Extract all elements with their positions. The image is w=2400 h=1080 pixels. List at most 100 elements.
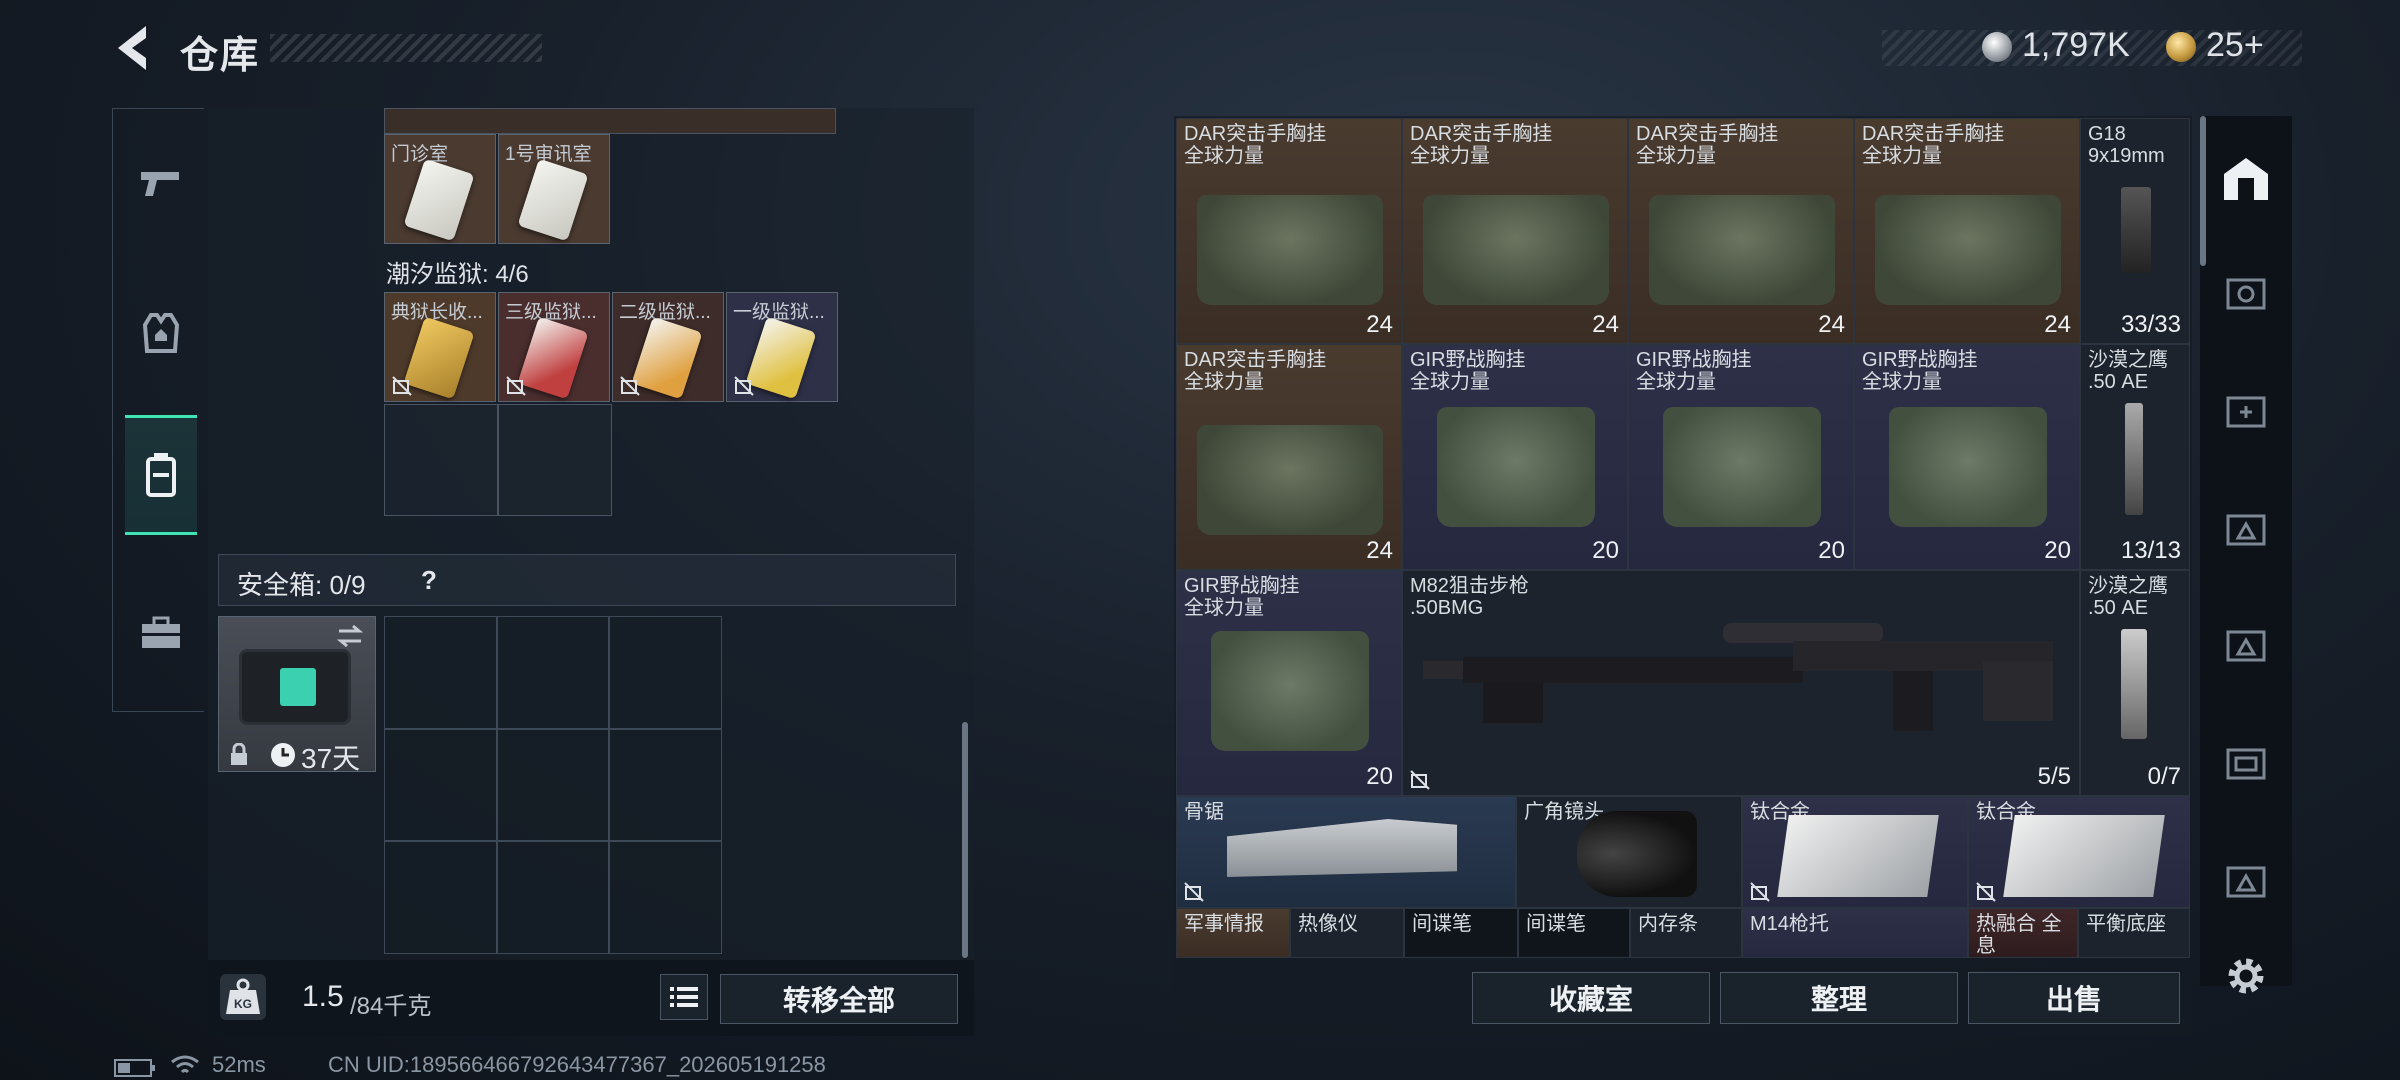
keycard-label: 三级监狱... xyxy=(505,302,597,323)
storage-tab-1-icon[interactable] xyxy=(2220,266,2272,318)
sell-button[interactable]: 出售 xyxy=(1968,972,2180,1024)
storage-tab-2-icon[interactable] xyxy=(2220,384,2272,436)
list-icon xyxy=(670,987,698,1007)
tab-weapons[interactable] xyxy=(125,123,197,243)
item-gir-rig[interactable]: GIR野战胸挂 全球力量 20 xyxy=(1628,344,1854,570)
keycard-clinic[interactable]: 门诊室 xyxy=(384,134,496,244)
item-m14-stock[interactable]: M14枪托 xyxy=(1742,908,1968,958)
item-gir-rig[interactable]: GIR野战胸挂 全球力量 20 xyxy=(1854,344,2080,570)
item-wide-lens[interactable]: 广角镜头 xyxy=(1516,796,1742,908)
left-scrollbar[interactable] xyxy=(962,722,968,958)
rig-image xyxy=(1197,425,1383,535)
item-balance-base[interactable]: 平衡底座 xyxy=(2078,908,2190,958)
sniper-rifle-image xyxy=(1423,623,2053,731)
keycard-prison-3[interactable]: 三级监狱... xyxy=(498,292,610,402)
warehouse-home-icon[interactable] xyxy=(2220,152,2272,204)
keycard-warden[interactable]: 典狱长收... xyxy=(384,292,496,402)
right-scrollbar[interactable] xyxy=(2200,116,2206,266)
pistol-icon xyxy=(141,172,179,196)
item-count: 33/33 xyxy=(2120,311,2181,338)
item-name: 间谍笔 xyxy=(1526,913,1586,935)
empty-slot[interactable] xyxy=(609,616,722,729)
empty-slot[interactable] xyxy=(609,728,722,842)
item-g18[interactable]: G18 9x19mm 33/33 xyxy=(2080,118,2190,344)
item-dar-rig[interactable]: DAR突击手胸挂 全球力量 24 xyxy=(1176,118,1402,344)
item-dar-rig[interactable]: DAR突击手胸挂 全球力量 24 xyxy=(1854,118,2080,344)
gear-icon[interactable] xyxy=(2224,954,2268,998)
empty-slot[interactable] xyxy=(498,404,612,516)
svg-text:KG: KG xyxy=(234,997,252,1011)
top-bar: 仓库 1,797K 25+ xyxy=(0,0,2400,100)
keycard-label: 门诊室 xyxy=(391,144,449,165)
list-view-button[interactable] xyxy=(660,974,708,1020)
tab-supplies[interactable] xyxy=(125,573,197,693)
backpack-footer: KG 1.5 /84千克 转移全部 xyxy=(208,960,974,1036)
item-dar-rig[interactable]: DAR突击手胸挂 全球力量 24 xyxy=(1402,118,1628,344)
item-memory[interactable]: 内存条 xyxy=(1630,908,1742,958)
help-icon[interactable]: ? xyxy=(421,565,437,596)
keycard-prison-1[interactable]: 一级监狱... xyxy=(726,292,838,402)
transfer-all-button[interactable]: 转移全部 xyxy=(720,974,958,1024)
uid-text: CN UID:189566466792643477367_20260519125… xyxy=(328,1052,826,1077)
warehouse-footer: 收藏室 整理 出售 xyxy=(1174,962,2192,1036)
partial-row xyxy=(384,108,836,134)
item-dar-rig[interactable]: DAR突击手胸挂 全球力量 24 xyxy=(1176,344,1402,570)
item-titanium[interactable]: 钛合金 xyxy=(1968,796,2190,908)
back-arrow-icon[interactable] xyxy=(112,22,156,74)
no-drop-icon xyxy=(1750,882,1770,902)
empty-slot[interactable] xyxy=(384,841,497,954)
item-name: 沙漠之鹰 .50 AE xyxy=(2088,575,2168,619)
page-title: 仓库 xyxy=(180,35,261,77)
storage-tab-6-icon[interactable] xyxy=(2220,854,2272,906)
item-spy-pen[interactable]: 间谍笔 xyxy=(1404,908,1518,958)
storage-tab-4-icon[interactable] xyxy=(2220,618,2272,670)
keycard-label: 1号审讯室 xyxy=(505,144,592,165)
item-spy-pen[interactable]: 间谍笔 xyxy=(1518,908,1630,958)
safe-box-item[interactable]: 37天 xyxy=(218,616,376,774)
item-military-intel[interactable]: 军事情报 xyxy=(1176,908,1290,958)
safe-box-image xyxy=(239,649,351,725)
no-drop-icon xyxy=(1184,882,1204,902)
item-m82[interactable]: M82狙击步枪 .50BMG 5/5 xyxy=(1402,570,2080,796)
item-desert-eagle[interactable]: 沙漠之鹰 .50 AE 13/13 xyxy=(2080,344,2190,570)
keycard-label: 一级监狱... xyxy=(733,302,825,323)
item-bone-saw[interactable]: 骨锯 xyxy=(1176,796,1516,908)
keycard-image xyxy=(403,316,475,400)
item-dar-rig[interactable]: DAR突击手胸挂 全球力量 24 xyxy=(1628,118,1854,344)
tab-armor[interactable] xyxy=(125,273,197,393)
item-titanium[interactable]: 钛合金 xyxy=(1742,796,1968,908)
battery-icon xyxy=(114,1059,155,1077)
keycard-prison-2[interactable]: 二级监狱... xyxy=(612,292,724,402)
item-name: GIR野战胸挂 全球力量 xyxy=(1184,575,1300,619)
item-gir-rig[interactable]: GIR野战胸挂 全球力量 20 xyxy=(1402,344,1628,570)
item-desert-eagle[interactable]: 沙漠之鹰 .50 AE 0/7 xyxy=(2080,570,2190,796)
titanium-image xyxy=(2003,815,2165,897)
item-gir-rig[interactable]: GIR野战胸挂 全球力量 20 xyxy=(1176,570,1402,796)
sort-button[interactable]: 整理 xyxy=(1720,972,1958,1024)
tab-backpack[interactable] xyxy=(125,415,197,535)
gold-amount[interactable]: 25+ xyxy=(2206,26,2264,65)
empty-slot[interactable] xyxy=(496,728,610,842)
empty-slot[interactable] xyxy=(384,728,497,842)
empty-slot[interactable] xyxy=(609,841,722,954)
item-name: M14枪托 xyxy=(1750,913,1829,935)
ping-text: 52ms xyxy=(212,1052,266,1077)
storage-tab-3-icon[interactable] xyxy=(2220,502,2272,554)
lock-icon xyxy=(231,743,247,765)
item-thermal[interactable]: 热像仪 xyxy=(1290,908,1404,958)
item-count: 24 xyxy=(2044,311,2071,338)
rig-image xyxy=(1663,407,1821,527)
keycard-interrogation[interactable]: 1号审讯室 xyxy=(498,134,610,244)
storage-tab-5-icon[interactable] xyxy=(2220,736,2272,788)
safe-box-header: 安全箱: 0/9 ? xyxy=(218,554,956,606)
empty-slot[interactable] xyxy=(496,616,610,729)
wifi-icon xyxy=(171,1055,199,1074)
empty-slot[interactable] xyxy=(384,404,498,516)
item-count: 20 xyxy=(1818,537,1845,564)
item-holo-sight[interactable]: 热融合 全息 xyxy=(1968,908,2078,958)
empty-slot[interactable] xyxy=(496,841,610,954)
item-name: GIR野战胸挂 全球力量 xyxy=(1862,349,1978,393)
collection-button[interactable]: 收藏室 xyxy=(1472,972,1710,1024)
empty-slot[interactable] xyxy=(384,616,497,729)
item-count: 0/7 xyxy=(2147,763,2181,790)
